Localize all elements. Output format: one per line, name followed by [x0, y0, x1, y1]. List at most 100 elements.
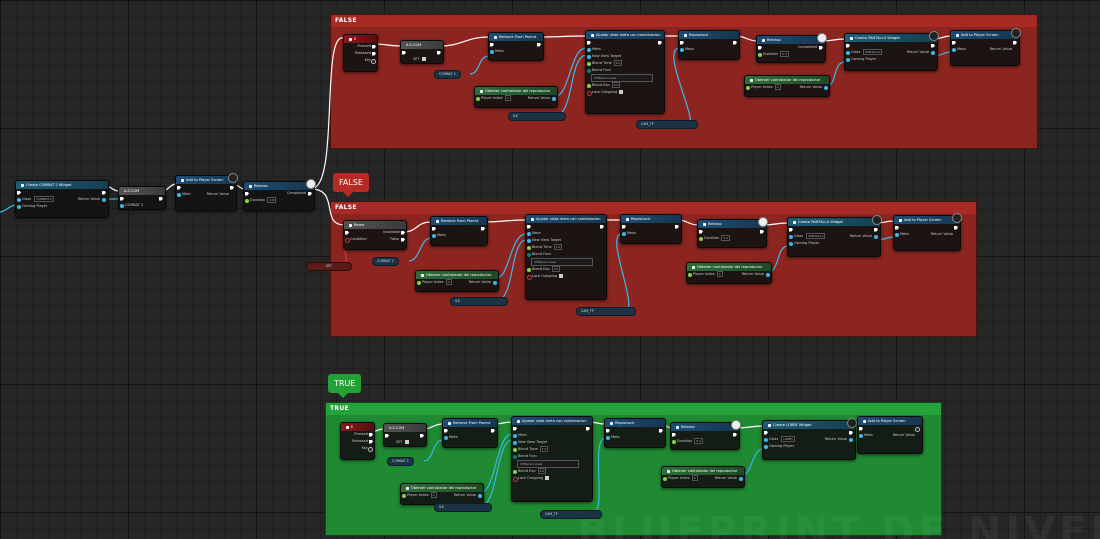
released-pin[interactable] — [372, 51, 376, 56]
index-input[interactable]: 0 — [691, 475, 698, 481]
create-widget-node[interactable]: Create COMBAT 2 Widget Class COMBAT 2 Ret… — [15, 180, 109, 218]
reproducir-node[interactable]: Reproducir Meta — [620, 214, 682, 244]
variable-get-node[interactable]: ILE — [508, 112, 566, 121]
blend-exp-input[interactable]: 0.0 — [551, 266, 561, 272]
remove-from-parent-node[interactable]: Remove From Parent Meta — [488, 32, 544, 61]
return-pin[interactable] — [766, 272, 770, 277]
exec-in-pin[interactable] — [895, 225, 899, 230]
exec-in-pin[interactable] — [432, 226, 436, 231]
branch-node[interactable]: Rama Invalidate Condition False — [343, 220, 407, 250]
lock-outgoing-pin[interactable] — [527, 274, 532, 280]
duration-pin[interactable] — [699, 236, 703, 241]
exec-out-pin[interactable] — [819, 45, 823, 50]
class-pin[interactable] — [846, 50, 850, 55]
condition-pin[interactable] — [345, 237, 350, 243]
set-bool-node[interactable]: A.S.COM SET — [383, 423, 427, 447]
exec-out-pin[interactable] — [437, 50, 441, 55]
target-pin[interactable] — [432, 233, 436, 238]
return-pin[interactable] — [739, 476, 743, 481]
blueprint-graph-canvas[interactable]: FALSE FALSE TRUE FALSE TRUE BLUEPRINT DE… — [0, 0, 1100, 539]
reproducir-node[interactable]: Reproducir Meta — [678, 30, 740, 60]
exec-out-pin[interactable] — [1013, 40, 1017, 45]
blend-func-pin[interactable] — [587, 68, 591, 73]
exec-in-pin[interactable] — [699, 229, 703, 234]
blend-time-pin[interactable] — [587, 61, 591, 66]
new-view-pin[interactable] — [527, 238, 531, 243]
target-pin[interactable] — [895, 232, 899, 237]
delay-node[interactable]: Retraso Duration 0.2 — [670, 420, 741, 450]
index-input[interactable]: 0 — [504, 95, 511, 101]
target-pin[interactable] — [513, 433, 517, 438]
target-pin[interactable] — [622, 231, 626, 236]
index-pin[interactable] — [663, 476, 667, 481]
get-player-controller-node[interactable]: Obtener controlador del reproductor Play… — [415, 270, 499, 292]
exec-out-pin[interactable] — [954, 225, 958, 230]
class-pin[interactable] — [764, 437, 768, 442]
add-to-viewport-node[interactable]: Add to Player Screen Meta Return Value — [950, 28, 1021, 66]
class-pin[interactable] — [17, 197, 21, 202]
variable-get-node[interactable]: ILE — [434, 503, 492, 512]
exec-out-pin[interactable] — [537, 42, 541, 47]
lock-outgoing-pin[interactable] — [513, 476, 518, 482]
key-event-node[interactable]: E Pressed Released Key — [340, 422, 375, 460]
variable-get-node[interactable]: SET — [306, 262, 352, 271]
target-pin[interactable] — [444, 435, 448, 440]
index-pin[interactable] — [688, 272, 692, 277]
blend-time-input[interactable]: 2.0 — [539, 446, 549, 452]
delay-node[interactable]: Retraso Completed Duration 0.2 — [756, 33, 827, 63]
owning-pin[interactable] — [789, 241, 793, 246]
set-bool-node[interactable]: A.S.COM SET — [400, 40, 444, 64]
return-pin[interactable] — [493, 280, 497, 285]
create-widget-node[interactable]: Create PANTALLA Widget Class PANTALLA Ret… — [844, 31, 939, 71]
blend-exp-input[interactable]: 0.0 — [537, 468, 547, 474]
variable-get-node[interactable]: CAM_TP — [636, 120, 698, 129]
value-pin[interactable] — [120, 203, 124, 208]
value-checkbox[interactable] — [421, 57, 426, 61]
remove-from-parent-node[interactable]: Remove From Parent Meta — [430, 216, 488, 246]
target-pin[interactable] — [680, 47, 684, 52]
duration-input[interactable]: 0.2 — [694, 438, 703, 444]
target-pin[interactable] — [952, 47, 956, 52]
key-pin[interactable] — [371, 58, 376, 64]
blend-exp-pin[interactable] — [527, 267, 531, 272]
class-pin[interactable] — [789, 234, 793, 239]
key-pin[interactable] — [368, 446, 373, 452]
exec-out-pin[interactable] — [420, 433, 424, 438]
exec-in-pin[interactable] — [952, 40, 956, 45]
index-pin[interactable] — [402, 493, 406, 498]
class-dropdown[interactable]: PANTALLA — [806, 233, 826, 239]
true-pin[interactable] — [401, 230, 405, 235]
return-pin[interactable] — [931, 50, 935, 55]
class-dropdown[interactable]: PANTALLA — [863, 49, 883, 55]
new-view-pin[interactable] — [587, 54, 591, 59]
blend-func-dropdown[interactable]: VTBlend Linear — [517, 460, 579, 468]
blend-time-input[interactable]: 2.0 — [553, 244, 563, 250]
add-to-viewport-node[interactable]: Add to Player Screen Meta Return Value — [175, 173, 238, 211]
lock-outgoing-checkbox[interactable] — [559, 274, 564, 278]
blend-time-pin[interactable] — [513, 447, 517, 452]
exec-out-pin[interactable] — [308, 191, 312, 196]
lock-outgoing-checkbox[interactable] — [545, 476, 550, 480]
exec-in-pin[interactable] — [680, 40, 684, 45]
return-pin[interactable] — [552, 96, 556, 101]
exec-in-pin[interactable] — [846, 43, 850, 48]
exec-in-pin[interactable] — [764, 430, 768, 435]
blend-exp-pin[interactable] — [587, 83, 591, 88]
duration-input[interactable]: 2.0 — [267, 197, 276, 203]
exec-out-pin[interactable] — [874, 227, 878, 232]
get-player-controller-node[interactable]: Obtener controlador del reproductor Play… — [474, 86, 558, 108]
index-input[interactable]: 0 — [445, 279, 452, 285]
exec-out-pin[interactable] — [586, 426, 590, 431]
blend-func-dropdown[interactable]: VTBlend Linear — [591, 74, 653, 82]
lock-outgoing-pin[interactable] — [587, 90, 592, 96]
pressed-pin[interactable] — [369, 432, 373, 437]
delay-node[interactable]: Retraso Completed Duration 2.0 — [243, 179, 316, 211]
exec-in-pin[interactable] — [120, 196, 124, 201]
owning-pin[interactable] — [17, 204, 21, 209]
create-widget-node[interactable]: Create PANTALLA Widget Class PANTALLA Ret… — [787, 215, 882, 257]
index-input[interactable]: 0 — [430, 492, 437, 498]
exec-in-pin[interactable] — [177, 185, 181, 190]
target-pin[interactable] — [587, 47, 591, 52]
blend-func-dropdown[interactable]: VTBlend Linear — [531, 258, 593, 266]
add-to-viewport-node[interactable]: Add to Player Screen Meta Return Value — [893, 213, 962, 251]
